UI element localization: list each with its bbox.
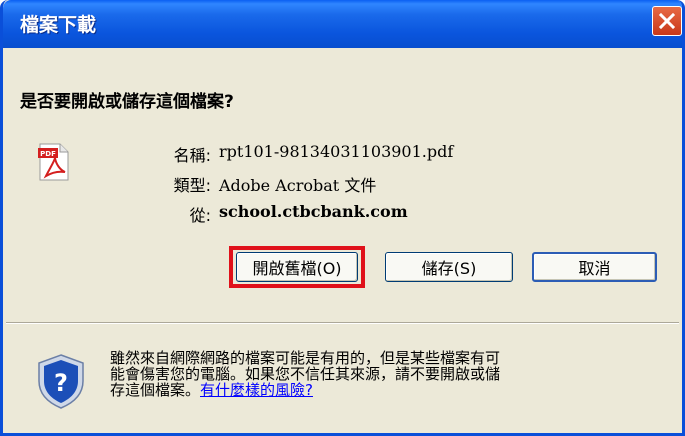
close-button[interactable] (652, 6, 682, 36)
save-button[interactable]: 儲存(S) (385, 252, 513, 282)
file-download-dialog: 檔案下載 是否要開啟或儲存這個檔案? PDF 名稱: rpt101-981340… (0, 0, 685, 436)
warning-line-2: 能會傷害您的電腦。如果您不信任其來源，請不要開啟或儲 (110, 365, 501, 383)
file-type-value: Adobe Acrobat 文件 (219, 176, 377, 195)
cancel-button[interactable]: 取消 (532, 252, 657, 282)
warning-text: 雖然來自網際網路的檔案可能是有用的，但是某些檔案有可 能會傷害您的電腦。如果您不… (110, 350, 670, 398)
security-shield-icon: ? (38, 354, 84, 409)
warning-line-3-text: 存這個檔案。 (110, 381, 201, 399)
file-type-label: 類型: (173, 176, 211, 195)
file-name-value: rpt101-98134031103901.pdf (219, 142, 454, 161)
risk-link[interactable]: 有什麼樣的風險? (200, 381, 313, 399)
open-button[interactable]: 開啟舊檔(O) (236, 252, 358, 282)
file-name-label: 名稱: (173, 146, 211, 165)
title-bar[interactable]: 檔案下載 (3, 0, 682, 48)
dialog-title: 檔案下載 (20, 14, 97, 36)
close-icon (659, 13, 675, 29)
svg-text:?: ? (54, 369, 68, 397)
divider (6, 322, 679, 324)
pdf-badge-text: PDF (40, 150, 56, 158)
dialog-question: 是否要開啟或儲存這個檔案? (20, 92, 234, 112)
pdf-file-icon: PDF (38, 143, 69, 181)
file-from-value: school.ctbcbank.com (219, 202, 408, 221)
file-from-label: 從: (189, 206, 211, 225)
warning-line-1: 雖然來自網際網路的檔案可能是有用的，但是某些檔案有可 (110, 349, 501, 367)
warning-line-3: 存這個檔案。有什麼樣的風險? (110, 382, 670, 398)
